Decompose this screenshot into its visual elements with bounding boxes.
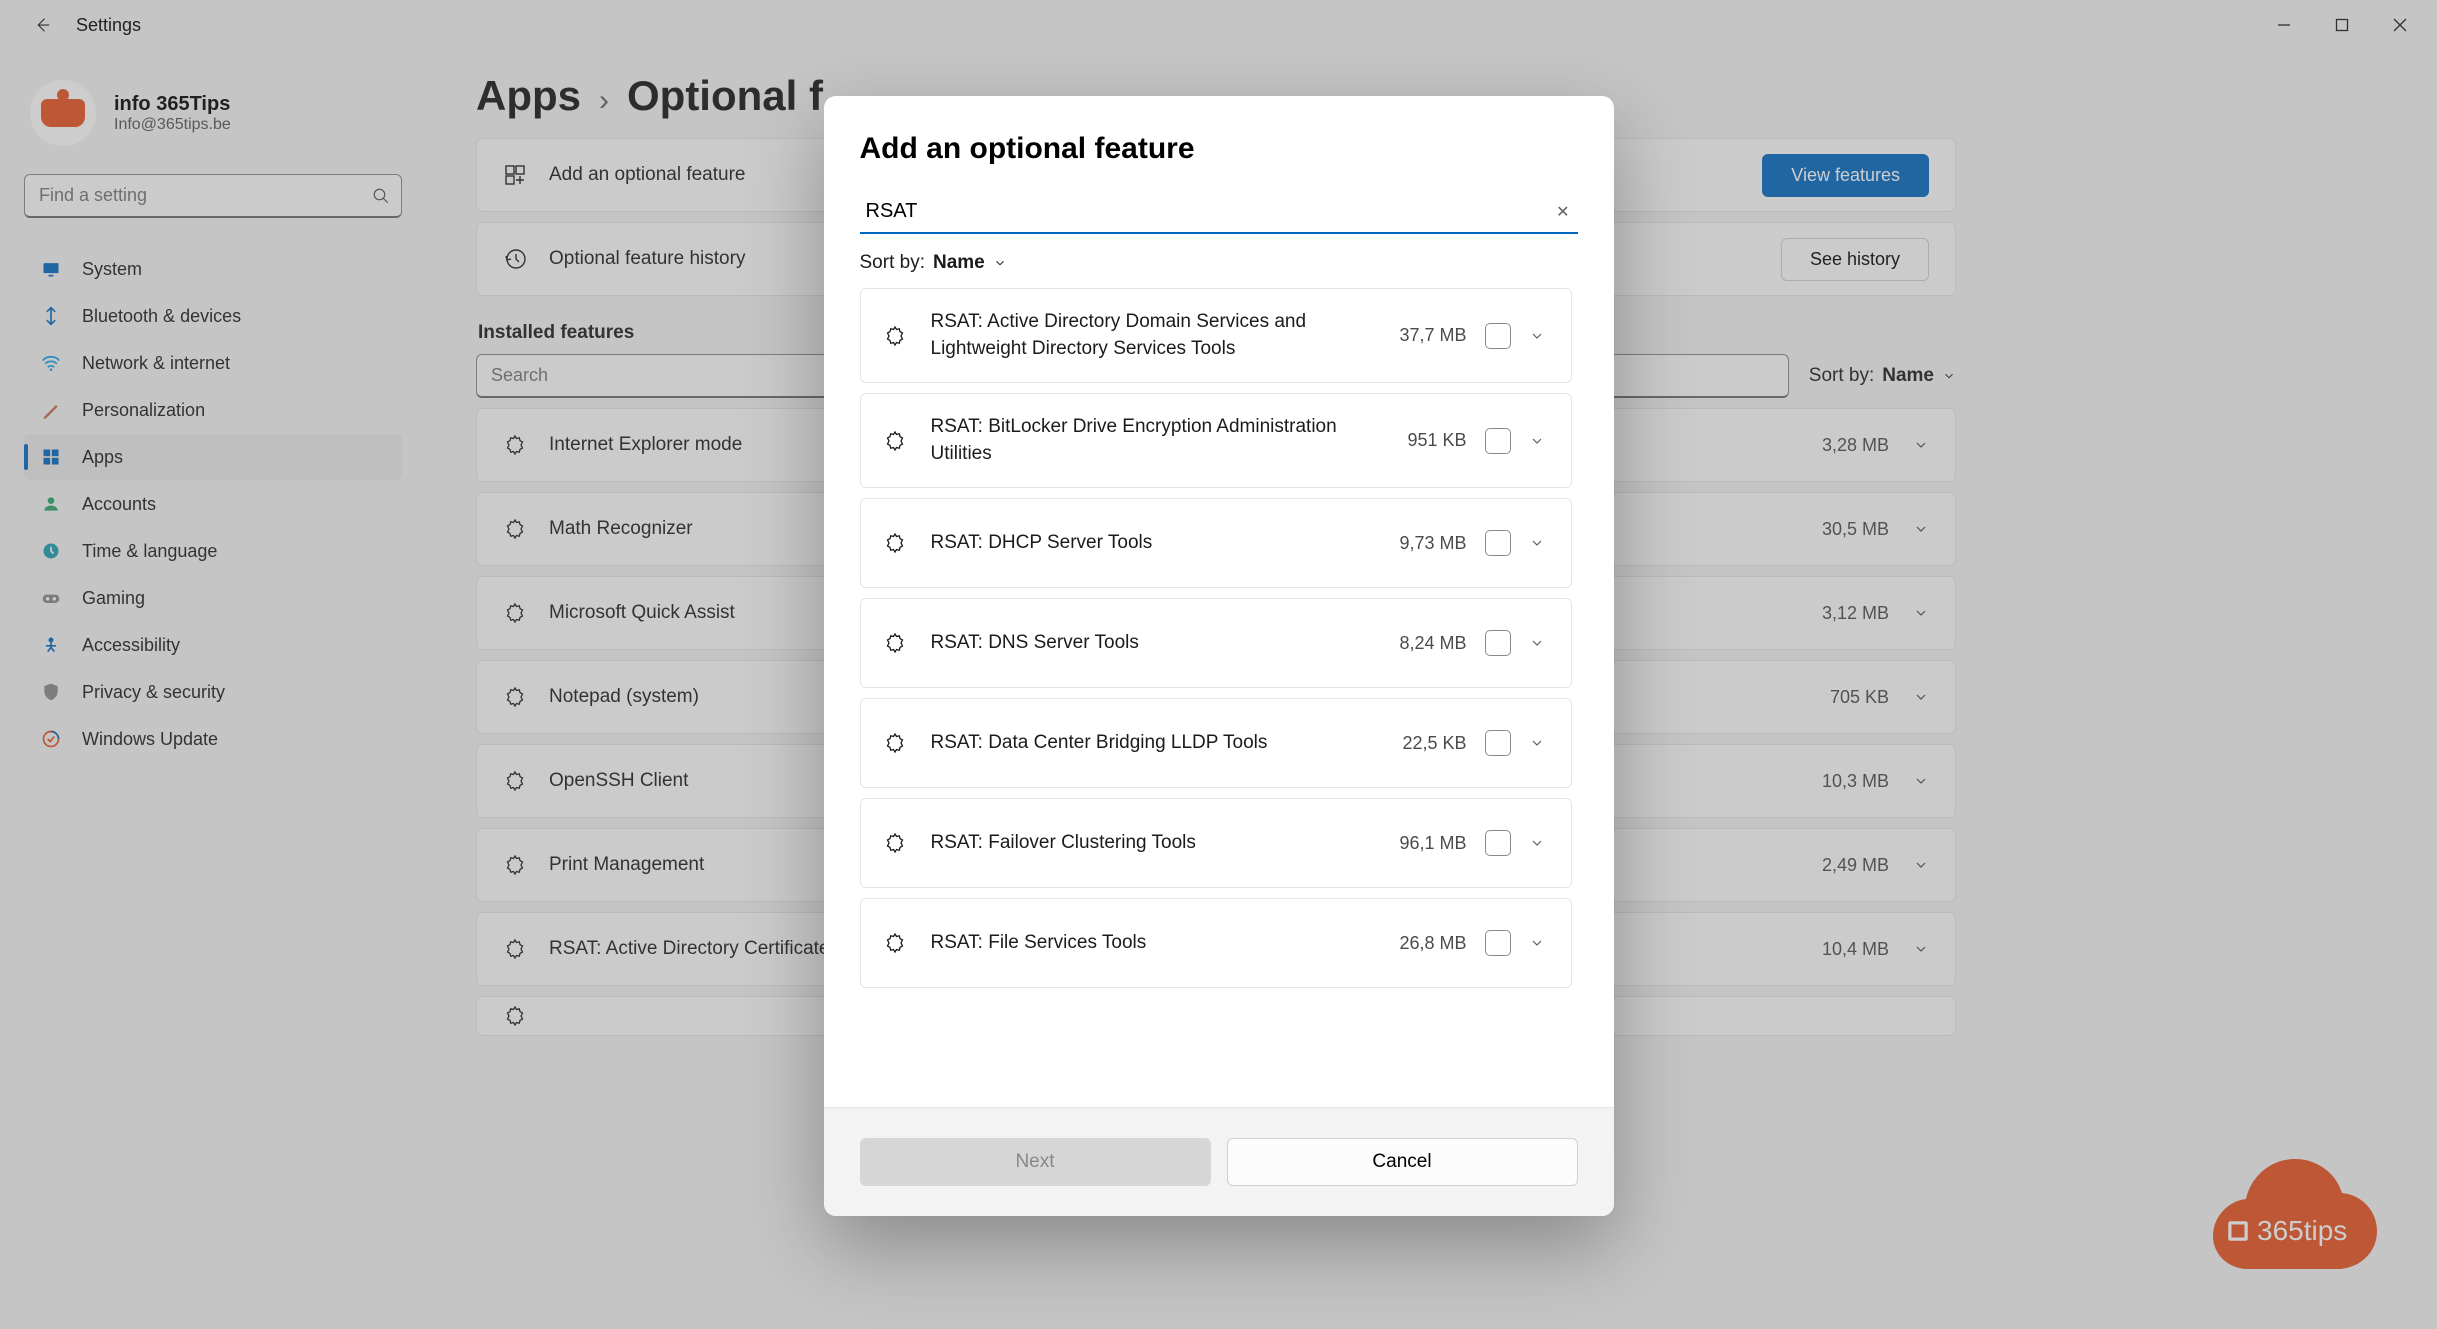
feature-checkbox[interactable] <box>1485 730 1511 756</box>
optional-feature-row[interactable]: RSAT: Data Center Bridging LLDP Tools 22,… <box>860 698 1572 788</box>
feature-name: RSAT: Failover Clustering Tools <box>931 830 1369 857</box>
feature-checkbox[interactable] <box>1485 323 1511 349</box>
chevron-down-icon[interactable] <box>1529 735 1549 751</box>
optional-feature-row[interactable]: RSAT: DHCP Server Tools 9,73 MB <box>860 498 1572 588</box>
optional-feature-row[interactable]: RSAT: File Services Tools 26,8 MB <box>860 898 1572 988</box>
feature-size: 37,7 MB <box>1387 325 1467 346</box>
modal-sort-dropdown[interactable]: Sort by: Name <box>860 252 1578 274</box>
feature-name: RSAT: DHCP Server Tools <box>931 530 1369 557</box>
optional-feature-row[interactable]: RSAT: DNS Server Tools 8,24 MB <box>860 598 1572 688</box>
feature-icon <box>883 429 913 453</box>
optional-feature-row[interactable]: RSAT: Failover Clustering Tools 96,1 MB <box>860 798 1572 888</box>
modal-title: Add an optional feature <box>860 132 1578 166</box>
optional-feature-row[interactable]: RSAT: Active Directory Domain Services a… <box>860 288 1572 383</box>
feature-icon <box>883 831 913 855</box>
feature-size: 96,1 MB <box>1387 833 1467 854</box>
chevron-down-icon[interactable] <box>1529 635 1549 651</box>
feature-checkbox[interactable] <box>1485 630 1511 656</box>
feature-size: 8,24 MB <box>1387 633 1467 654</box>
feature-name: RSAT: Data Center Bridging LLDP Tools <box>931 730 1369 757</box>
chevron-down-icon[interactable] <box>1529 328 1549 344</box>
add-feature-modal: Add an optional feature ✕ Sort by: Name … <box>824 96 1614 1216</box>
chevron-down-icon <box>993 256 1007 270</box>
feature-icon <box>883 531 913 555</box>
feature-name: RSAT: File Services Tools <box>931 930 1369 957</box>
feature-name: RSAT: BitLocker Drive Encryption Adminis… <box>931 414 1369 467</box>
feature-size: 26,8 MB <box>1387 933 1467 954</box>
feature-checkbox[interactable] <box>1485 830 1511 856</box>
optional-feature-row[interactable]: RSAT: BitLocker Drive Encryption Adminis… <box>860 393 1572 488</box>
modal-search-input[interactable] <box>860 190 1578 234</box>
feature-size: 22,5 KB <box>1387 733 1467 754</box>
feature-checkbox[interactable] <box>1485 530 1511 556</box>
chevron-down-icon[interactable] <box>1529 835 1549 851</box>
feature-name: RSAT: DNS Server Tools <box>931 630 1369 657</box>
next-button[interactable]: Next <box>860 1138 1211 1186</box>
feature-size: 9,73 MB <box>1387 533 1467 554</box>
cancel-button[interactable]: Cancel <box>1227 1138 1578 1186</box>
feature-icon <box>883 324 913 348</box>
feature-icon <box>883 631 913 655</box>
chevron-down-icon[interactable] <box>1529 535 1549 551</box>
clear-search-button[interactable]: ✕ <box>1556 202 1569 222</box>
feature-icon <box>883 931 913 955</box>
feature-name: RSAT: Active Directory Domain Services a… <box>931 309 1369 362</box>
modal-backdrop[interactable]: Add an optional feature ✕ Sort by: Name … <box>0 0 2437 1329</box>
chevron-down-icon[interactable] <box>1529 935 1549 951</box>
feature-icon <box>883 731 913 755</box>
feature-checkbox[interactable] <box>1485 428 1511 454</box>
feature-size: 951 KB <box>1387 430 1467 451</box>
chevron-down-icon[interactable] <box>1529 433 1549 449</box>
feature-checkbox[interactable] <box>1485 930 1511 956</box>
